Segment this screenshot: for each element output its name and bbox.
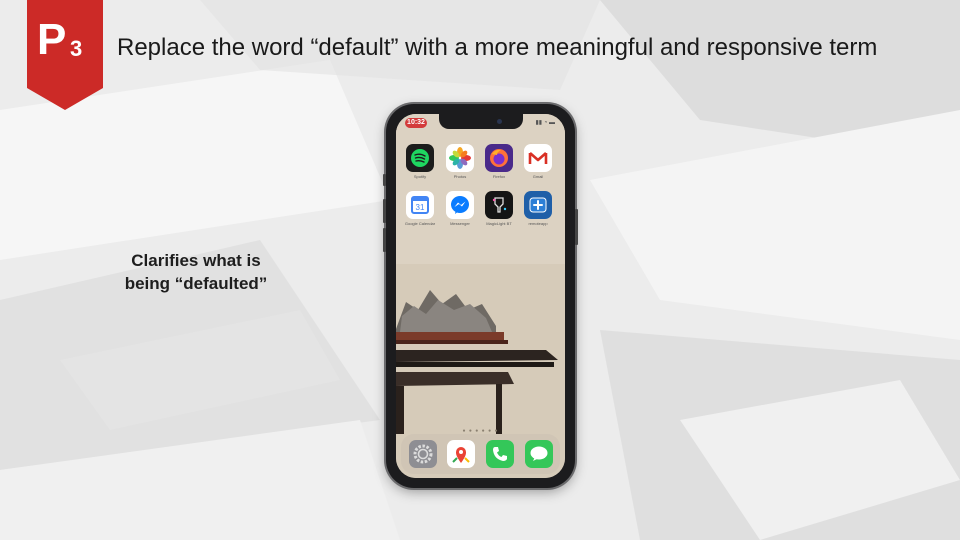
messages-icon[interactable] (525, 440, 553, 468)
app-label: remoteapp (528, 221, 548, 226)
app-label: MagicLight BT (486, 221, 512, 226)
app-label: Google Calendar (404, 221, 436, 226)
app-label: Gmail (532, 174, 544, 179)
app-label: Firefox (492, 174, 506, 179)
google-maps-icon[interactable] (447, 440, 475, 468)
app-label: Messenger (450, 221, 470, 226)
badge-number: 3 (70, 36, 83, 61)
phone-mockup: 10:32 ▮▮ ◔ ▬ Spotify Photos Firefox Gmai… (383, 104, 578, 488)
phone-screen: 10:32 ▮▮ ◔ ▬ Spotify Photos Firefox Gmai… (396, 114, 565, 478)
messenger-icon[interactable] (446, 191, 474, 219)
dock (401, 434, 560, 474)
volume-down-button (383, 228, 386, 252)
power-button (575, 209, 578, 245)
app-label: Spotify (413, 174, 427, 179)
photos-icon[interactable] (446, 144, 474, 172)
badge-letter: P (37, 15, 67, 64)
firefox-icon[interactable] (485, 144, 513, 172)
phone-icon[interactable] (486, 440, 514, 468)
notch (439, 114, 523, 129)
magiclight-icon[interactable] (485, 191, 513, 219)
remoteapp-icon[interactable] (524, 191, 552, 219)
settings-icon[interactable] (409, 440, 437, 468)
slide-title: Replace the word “default” with a more m… (117, 34, 878, 61)
status-icons: ▮▮ ◔ ▬ (535, 120, 555, 126)
volume-up-button (383, 199, 386, 223)
svg-text:31: 31 (416, 203, 425, 212)
app-label: Photos (453, 174, 467, 179)
status-time: 10:32 (405, 118, 427, 128)
caption-line-2: being “defaulted” (124, 274, 268, 293)
mute-switch (383, 174, 386, 186)
spotify-icon[interactable] (406, 144, 434, 172)
caption: Clarifies what is being “defaulted” (96, 249, 296, 295)
caption-line-1: Clarifies what is (131, 251, 261, 270)
gmail-icon[interactable] (524, 144, 552, 172)
front-camera (497, 119, 502, 124)
google-calendar-icon[interactable]: 31 (406, 191, 434, 219)
